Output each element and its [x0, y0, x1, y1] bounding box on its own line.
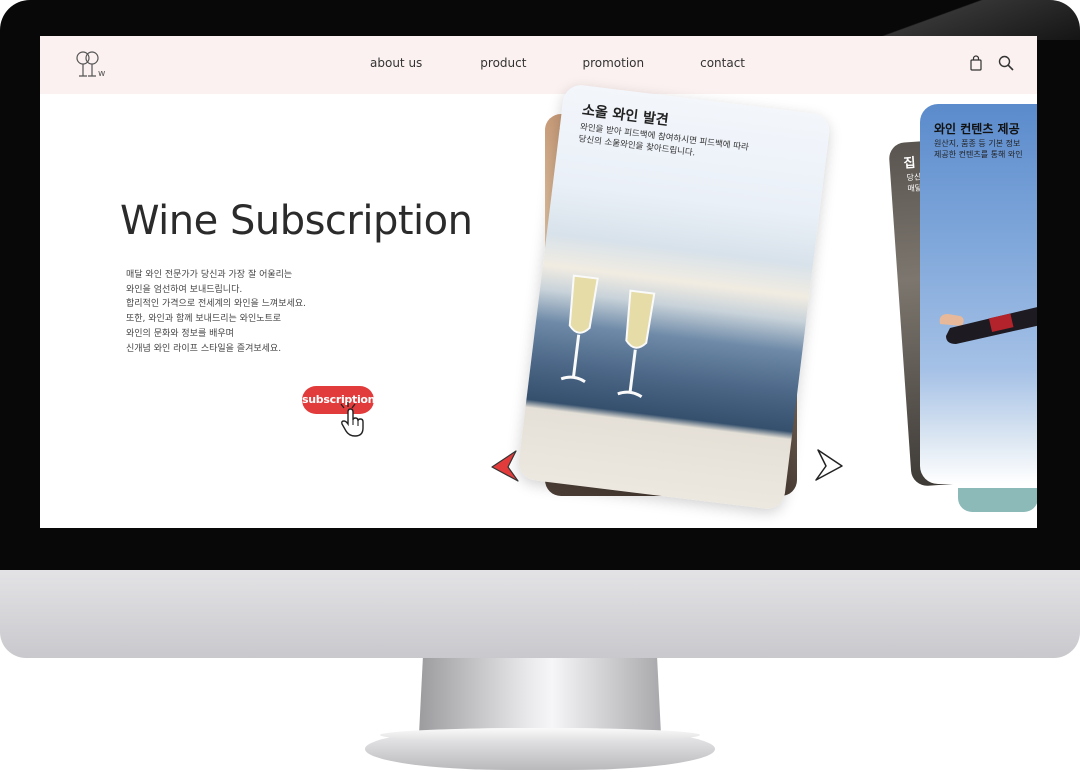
hero-title: Wine Subscription: [120, 198, 473, 244]
champagne-glasses-image: [560, 274, 656, 399]
nav-icons: [968, 55, 1014, 71]
website-screen: w about us product promotion contact Win…: [40, 36, 1037, 528]
monitor-stand-base-top: [380, 728, 700, 742]
nav-link-contact[interactable]: contact: [700, 56, 745, 70]
hero-description-line: 매달 와인 전문가가 당신과 가장 잘 어울리는: [126, 270, 293, 280]
card-description: 원산지, 품종 등 기본 정보 제공한 컨텐츠를 통해 와인: [934, 138, 1023, 160]
hero-description-line: 또한, 와인과 함께 보내드리는 와인노트로: [126, 314, 282, 325]
card-title: 와인 컨텐츠 제공: [934, 122, 1020, 136]
nav-link-product[interactable]: product: [480, 56, 526, 70]
card-soul-wine[interactable]: 소올 와인 발견 와인을 받아 피드백에 참여하시면 피드백에 따라 당신의 소…: [516, 83, 832, 511]
hero-description-line: 신개념 와인 라이프 스타일을 즐겨보세요.: [126, 343, 282, 354]
card-description-line: 제공한 컨텐츠를 통해 와인: [934, 150, 1023, 159]
hero-description-line: 와인의 문화와 정보를 배우며: [126, 328, 234, 339]
search-icon[interactable]: [998, 55, 1014, 71]
hero-description: 매달 와인 전문가가 당신과 가장 잘 어울리는 와인을 엄선하여 보내드립니다…: [126, 268, 306, 356]
card-description-line: 원산지, 품종 등 기본 정보: [934, 139, 1021, 148]
nav-links: about us product promotion contact: [370, 56, 797, 70]
wine-glass-logo-icon[interactable]: w: [74, 50, 110, 80]
hero-description-line: 합리적인 가격으로 전세계의 와인을 느껴보세요.: [126, 299, 306, 310]
slider-next-arrow-icon[interactable]: [814, 448, 844, 482]
hand-cursor-icon: [340, 402, 364, 437]
card-teal-strip: [958, 488, 1037, 512]
monitor-chin: [0, 570, 1080, 658]
card-wine-contents[interactable]: 와인 컨텐츠 제공 원산지, 품종 등 기본 정보 제공한 컨텐츠를 통해 와인: [920, 104, 1037, 484]
nav-link-about-us[interactable]: about us: [370, 56, 422, 70]
monitor-gloss: [840, 0, 1080, 40]
slider-prev-arrow-icon[interactable]: [490, 449, 520, 483]
top-nav: w about us product promotion contact: [40, 36, 1037, 94]
nav-link-promotion[interactable]: promotion: [582, 56, 644, 70]
wine-bottle-image: [939, 307, 1037, 344]
shopping-bag-icon[interactable]: [968, 55, 984, 71]
svg-text:w: w: [98, 69, 105, 79]
hero-description-line: 와인을 엄선하여 보내드립니다.: [126, 284, 243, 295]
